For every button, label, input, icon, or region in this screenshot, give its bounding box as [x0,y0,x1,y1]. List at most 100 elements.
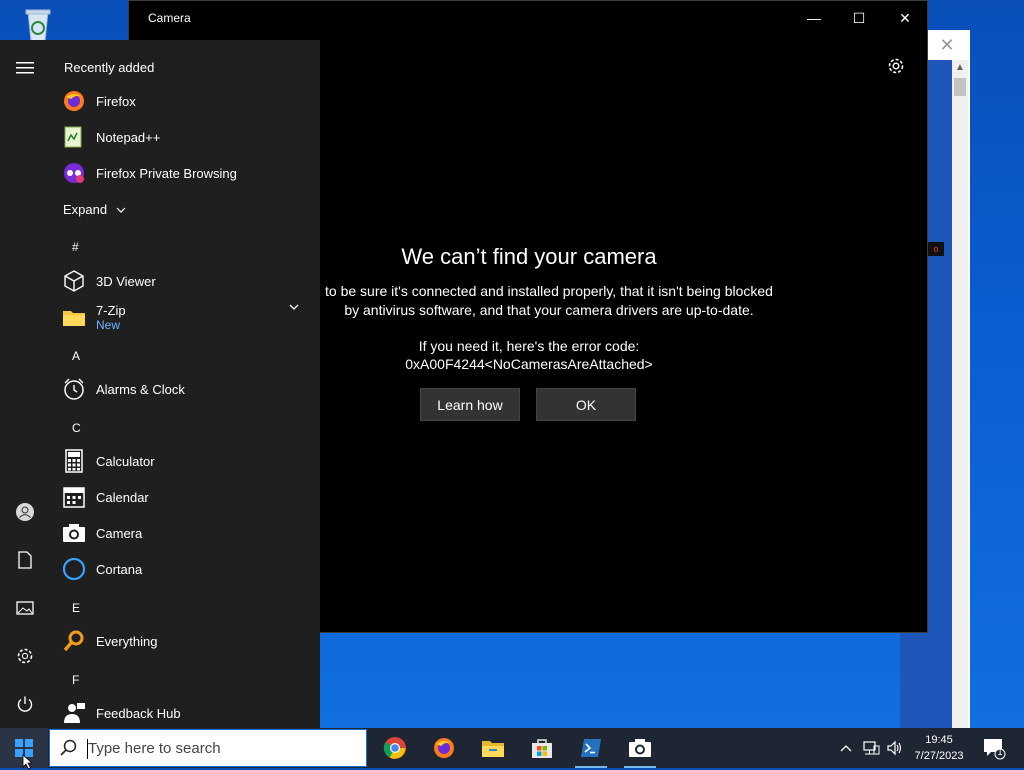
recently-added-header: Recently added [64,60,155,75]
maximize-button[interactable]: ☐ [836,1,882,35]
document-icon[interactable] [14,549,36,571]
notification-count: 1 [997,747,1003,757]
background-window-close-button[interactable]: ✕ [936,34,958,56]
taskbar-camera[interactable] [620,730,660,768]
ok-button[interactable]: OK [536,388,636,421]
hamburger-icon[interactable] [14,57,36,79]
close-button[interactable]: ✕ [882,1,928,35]
firefox-icon [434,738,454,758]
pictures-icon[interactable] [14,597,36,619]
error-headline: We can’t find your camera [401,244,657,269]
everything-search-icon [62,629,86,653]
app-label: Cortana [96,561,143,577]
letter-header-c[interactable]: C [72,421,81,435]
app-label: Calculator [96,453,155,469]
app-alarms-clock[interactable]: Alarms & Clock [62,374,312,404]
app-label: Feedback Hub [96,705,181,721]
letter-header-hash[interactable]: # [72,240,79,254]
chrome-icon [383,737,406,759]
gear-icon[interactable] [886,56,906,76]
app-firefox-private[interactable]: Firefox Private Browsing [62,158,312,188]
app-everything[interactable]: Everything [62,626,312,656]
system-clock[interactable]: 19:45 7/27/2023 [906,732,972,764]
network-button[interactable] [860,728,882,768]
app-camera[interactable]: Camera [62,518,312,548]
firefox-private-icon [62,161,86,185]
app-calculator[interactable]: Calculator [62,446,312,476]
camera-titlebar[interactable]: Camera — ☐ ✕ [129,1,927,35]
app-notepadpp[interactable]: Notepad++ [62,122,312,152]
expand-toggle[interactable]: Expand [63,202,127,217]
app-firefox[interactable]: Firefox [62,86,312,116]
window-title: Camera [148,11,191,25]
letter-header-f[interactable]: F [72,673,79,687]
cube-icon [62,269,86,293]
app-label: Firefox [96,93,136,109]
taskbar: Type here to search 19:45 7/27/2023 1 [0,728,1024,768]
letter-header-e[interactable]: E [72,601,80,615]
user-icon[interactable] [14,501,36,523]
chevron-down-icon[interactable] [288,302,300,312]
settings-icon[interactable] [14,645,36,667]
app-3d-viewer[interactable]: 3D Viewer [62,266,312,296]
taskbar-powershell[interactable] [571,730,611,768]
app-label: Everything [96,633,158,649]
app-label: Notepad++ [96,129,161,145]
search-box[interactable]: Type here to search [49,729,367,767]
volume-button[interactable] [884,728,906,768]
calculator-icon [62,449,86,473]
clock-time: 19:45 [925,734,953,746]
taskbar-file-explorer[interactable] [473,730,513,766]
error-message: to be sure it's connected and installed … [319,282,779,320]
scroll-thumb[interactable] [954,78,966,96]
app-list: Recently added Firefox Notepad++ Firefox… [50,40,320,728]
app-name: 7-Zip [96,302,126,318]
store-icon [532,739,552,758]
folder-icon [62,305,86,329]
power-icon[interactable] [14,693,36,715]
taskbar-store[interactable] [522,730,562,766]
search-placeholder: Type here to search [88,740,221,757]
app-label: Camera [96,525,143,541]
chevron-up-icon [840,745,852,752]
network-icon [863,741,880,755]
learn-how-button[interactable]: Learn how [420,388,520,421]
status-badge: o [928,242,944,256]
expand-label: Expand [63,202,108,217]
start-menu: Recently added Firefox Notepad++ Firefox… [0,40,320,728]
camera-icon [62,521,86,545]
search-icon [60,739,77,756]
app-label: Calendar [96,489,149,505]
letter-header-a[interactable]: A [72,349,80,363]
error-code-value: 0xA00F4244<NoCamerasAreAttached> [405,356,653,372]
error-message-line-1: to be sure it's connected and installed … [325,283,773,299]
show-hidden-icons-button[interactable] [836,728,856,768]
clock-date: 7/27/2023 [914,750,964,762]
app-feedback-hub[interactable]: Feedback Hub [62,698,312,728]
chevron-down-icon [116,207,126,213]
powershell-icon [581,739,601,757]
taskbar-firefox[interactable] [424,730,464,766]
app-label: 3D Viewer [96,273,156,289]
firefox-icon [62,89,86,113]
start-rail [0,40,50,728]
camera-icon [629,739,651,757]
speaker-icon [887,740,902,756]
alarm-clock-icon [62,377,86,401]
recycle-bin-icon[interactable] [18,8,58,42]
error-message-line-2: by antivirus software, and that your cam… [344,302,754,318]
scroll-up-icon[interactable]: ▲ [954,62,966,74]
minimize-button[interactable]: — [791,1,837,35]
action-center-button[interactable]: 1 [982,736,1006,760]
notepadpp-icon [62,125,86,149]
app-label: Alarms & Clock [96,381,185,397]
error-code-label: If you need it, here's the error code: [418,338,640,354]
vertical-scrollbar[interactable] [952,60,968,728]
app-label: 7-Zip New [96,303,126,332]
app-cortana[interactable]: Cortana [62,554,312,584]
taskbar-chrome[interactable] [375,730,415,766]
feedback-hub-icon [62,701,86,725]
cortana-icon [62,557,86,581]
app-calendar[interactable]: Calendar [62,482,312,512]
app-7zip[interactable]: 7-Zip New [62,300,312,334]
